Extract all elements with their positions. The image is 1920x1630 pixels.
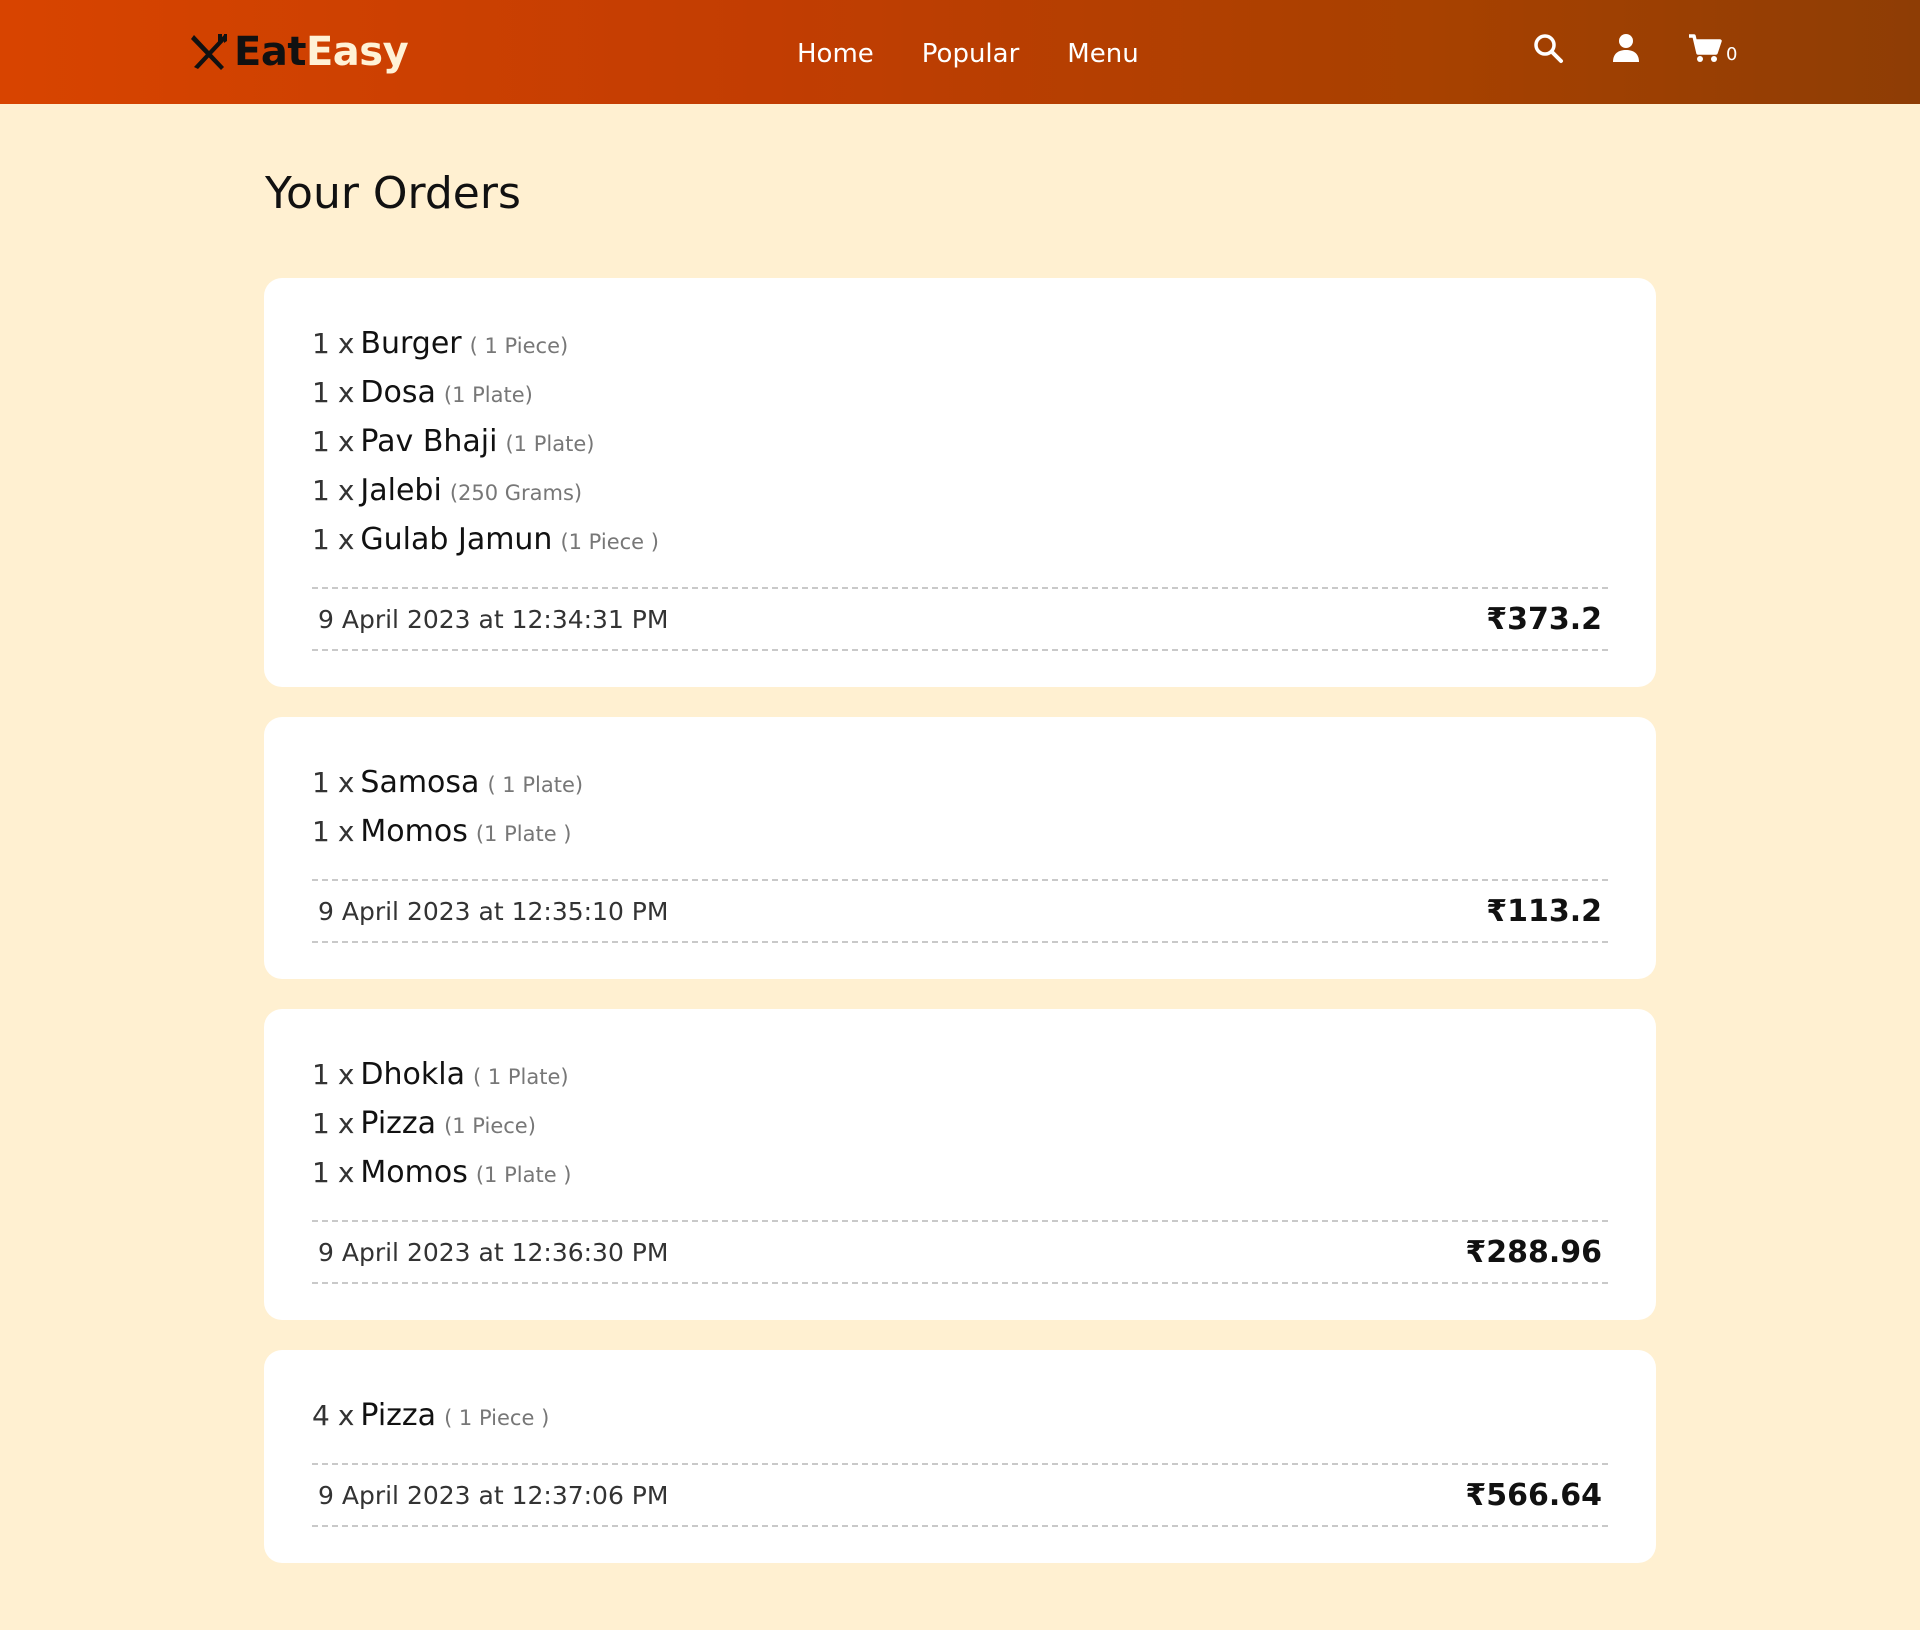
nav-link-home[interactable]: Home bbox=[797, 36, 874, 72]
item-multiplier: x bbox=[337, 523, 355, 556]
top-navbar: Eat Easy Home Popular Menu 0 bbox=[0, 0, 1920, 104]
order-date: 9 April 2023 at 12:35:10 PM bbox=[318, 896, 669, 926]
page-title: Your Orders bbox=[265, 168, 521, 219]
item-name: Pizza bbox=[360, 1398, 437, 1433]
item-portion: (1 Plate ) bbox=[475, 1163, 572, 1187]
item-portion: ( 1 Plate) bbox=[487, 773, 584, 797]
item-portion: (1 Plate) bbox=[505, 432, 595, 456]
order-item: 1 x Burger ( 1 Piece) bbox=[312, 326, 1608, 375]
item-multiplier: x bbox=[337, 815, 355, 848]
nav-icon-group: 0 bbox=[1532, 32, 1737, 64]
cart-button[interactable]: 0 bbox=[1688, 32, 1737, 64]
item-quantity: 1 bbox=[312, 376, 330, 409]
item-portion: ( 1 Piece ) bbox=[444, 1406, 550, 1430]
order-total: ₹288.96 bbox=[1465, 1234, 1602, 1270]
order-summary: 9 April 2023 at 12:36:30 PM ₹288.96 bbox=[312, 1220, 1608, 1284]
order-item: 4 x Pizza ( 1 Piece ) bbox=[312, 1398, 1608, 1447]
item-multiplier: x bbox=[337, 1156, 355, 1189]
item-quantity: 1 bbox=[312, 474, 330, 507]
orders-list: 1 x Burger( 1 Piece) 1 x Dosa (1 Plate) 1 x Pav… bbox=[264, 278, 1656, 1593]
item-multiplier: x bbox=[337, 1399, 355, 1432]
order-item: 1 x Momos (1 Plate ) bbox=[312, 814, 1608, 863]
order-item: 1 x Jalebi (250 Grams) bbox=[312, 473, 1608, 522]
order-card: 1 x Samosa ( 1 Plate) 1 x Momos (1 Plate ) 9 A… bbox=[264, 717, 1656, 979]
item-multiplier: x bbox=[337, 327, 355, 360]
cart-icon bbox=[1689, 34, 1722, 62]
item-name: Momos bbox=[360, 1155, 468, 1190]
item-multiplier: x bbox=[337, 1107, 355, 1140]
item-portion: (1 Plate ) bbox=[475, 822, 572, 846]
item-quantity: 1 bbox=[312, 1107, 330, 1140]
order-date: 9 April 2023 at 12:34:31 PM bbox=[318, 604, 669, 634]
item-multiplier: x bbox=[337, 474, 355, 507]
item-portion: (1 Piece) bbox=[444, 1114, 536, 1138]
item-name: Samosa bbox=[360, 765, 480, 800]
order-item: 1 x Gulab Jamun (1 Piece ) bbox=[312, 522, 1608, 571]
order-item: 1 x Samosa ( 1 Plate) bbox=[312, 765, 1608, 814]
nav-link-popular[interactable]: Popular bbox=[922, 36, 1020, 72]
brand-name-part2: Easy bbox=[305, 29, 409, 75]
item-multiplier: x bbox=[337, 1058, 355, 1091]
item-portion: ( 1 Piece) bbox=[469, 334, 569, 358]
order-summary: 9 April 2023 at 12:35:10 PM ₹113.2 bbox=[312, 879, 1608, 943]
item-quantity: 1 bbox=[312, 1058, 330, 1091]
item-multiplier: x bbox=[337, 425, 355, 458]
item-multiplier: x bbox=[337, 766, 355, 799]
item-name: Pav Bhaji bbox=[360, 424, 498, 459]
item-name: Dhokla bbox=[360, 1057, 465, 1092]
order-item: 1 x Dosa (1 Plate) bbox=[312, 375, 1608, 424]
item-quantity: 1 bbox=[312, 815, 330, 848]
brand-logo[interactable]: Eat Easy bbox=[188, 28, 409, 76]
item-portion: (250 Grams) bbox=[449, 481, 583, 505]
cart-count-badge: 0 bbox=[1726, 44, 1738, 65]
order-date: 9 April 2023 at 12:36:30 PM bbox=[318, 1237, 669, 1267]
fork-knife-icon bbox=[191, 34, 227, 70]
order-item: 1 x Momos (1 Plate ) bbox=[312, 1155, 1608, 1204]
order-total: ₹113.2 bbox=[1486, 893, 1602, 929]
item-quantity: 4 bbox=[312, 1399, 330, 1432]
user-icon[interactable] bbox=[1610, 32, 1642, 64]
order-card: 4 x Pizza ( 1 Piece ) 9 April 2023 at 12:37… bbox=[264, 1350, 1656, 1563]
item-name: Dosa bbox=[360, 375, 436, 410]
item-multiplier: x bbox=[337, 376, 355, 409]
item-portion: ( 1 Plate) bbox=[472, 1065, 569, 1089]
item-quantity: 1 bbox=[312, 766, 330, 799]
order-date: 9 April 2023 at 12:37:06 PM bbox=[318, 1480, 669, 1510]
order-card: 1 x Burger( 1 Piece) 1 x Dosa (1 Plate) 1 x Pav… bbox=[264, 278, 1656, 687]
order-card: 1 x Dhokla( 1 Plate) 1 x Pizza (1 Piece) 1 x Mo… bbox=[264, 1009, 1656, 1320]
search-icon[interactable] bbox=[1532, 32, 1564, 64]
item-quantity: 1 bbox=[312, 523, 330, 556]
item-portion: (1 Piece ) bbox=[560, 530, 659, 554]
order-item: 1 x Pav Bhaji (1 Plate) bbox=[312, 424, 1608, 473]
item-name: Momos bbox=[360, 814, 468, 849]
order-total: ₹373.2 bbox=[1486, 601, 1602, 637]
item-name: Jalebi bbox=[360, 473, 442, 508]
brand-name-part1: Eat bbox=[234, 29, 306, 75]
order-summary: 9 April 2023 at 12:34:31 PM ₹373.2 bbox=[312, 587, 1608, 651]
item-quantity: 1 bbox=[312, 1156, 330, 1189]
item-portion: (1 Plate) bbox=[443, 383, 533, 407]
item-quantity: 1 bbox=[312, 327, 330, 360]
main-nav: Home Popular Menu bbox=[797, 36, 1187, 72]
order-total: ₹566.64 bbox=[1465, 1477, 1602, 1513]
item-name: Burger bbox=[360, 326, 462, 361]
item-name: Pizza bbox=[360, 1106, 437, 1141]
order-item: 1 x Dhokla ( 1 Plate) bbox=[312, 1057, 1608, 1106]
nav-link-menu[interactable]: Menu bbox=[1067, 36, 1138, 72]
item-name: Gulab Jamun bbox=[360, 522, 553, 557]
item-quantity: 1 bbox=[312, 425, 330, 458]
order-summary: 9 April 2023 at 12:37:06 PM ₹566.64 bbox=[312, 1463, 1608, 1527]
order-item: 1 x Pizza (1 Piece) bbox=[312, 1106, 1608, 1155]
